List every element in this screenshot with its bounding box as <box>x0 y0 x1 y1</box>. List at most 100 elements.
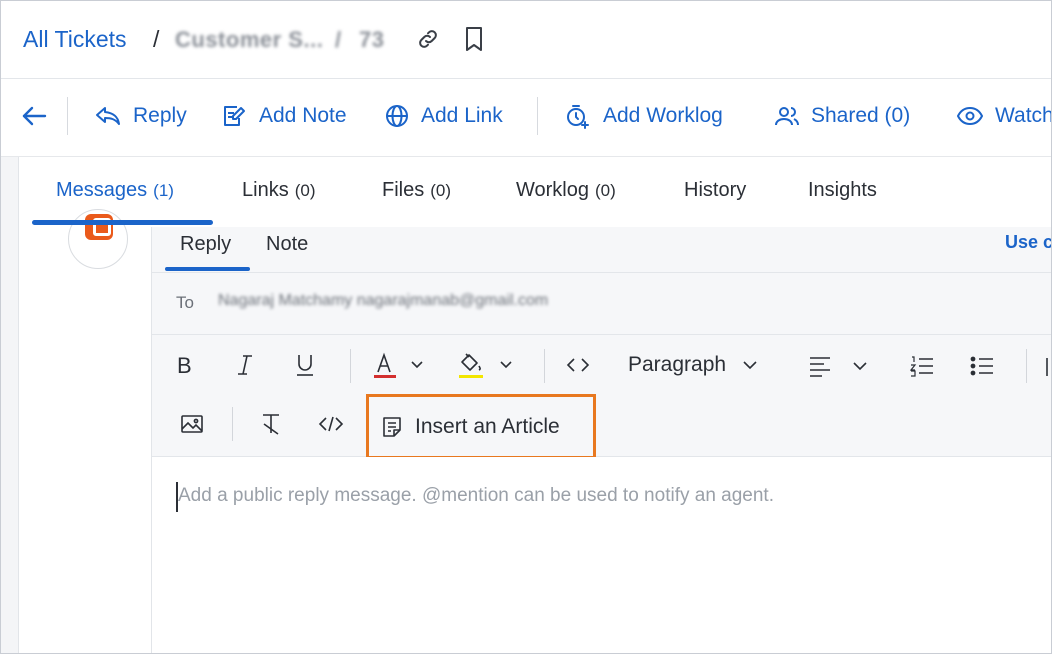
reply-composer: Reply Note Use c To Nagaraj Matchamy nag… <box>151 227 1051 653</box>
tab-label: Messages <box>56 179 148 201</box>
composer-tab-reply[interactable]: Reply <box>180 233 231 256</box>
tab-label: History <box>684 179 747 201</box>
paragraph-style-label: Paragraph <box>628 353 727 376</box>
underline-icon <box>297 355 313 376</box>
more-format-button[interactable] <box>1044 353 1051 379</box>
add-link-button[interactable]: Add Link <box>385 99 503 133</box>
tab-count: (0) <box>294 181 316 200</box>
insert-image-button[interactable] <box>178 409 206 439</box>
image-icon <box>181 415 203 433</box>
left-rail <box>1 157 19 653</box>
format-toolbar: B Paragraph Insert an Article <box>152 335 1051 459</box>
inline-code-button[interactable] <box>564 351 592 379</box>
insert-article-button[interactable]: Insert an Article <box>366 394 596 459</box>
source-code-icon <box>318 416 344 432</box>
watch-label: Watch <box>995 104 1052 127</box>
add-link-label: Add Link <box>421 104 503 127</box>
tab-count: (0) <box>430 181 452 200</box>
tab-label: Links <box>242 179 289 201</box>
numbered-list-icon <box>910 356 933 377</box>
code-icon <box>566 358 590 372</box>
active-tab-indicator <box>32 220 213 225</box>
arrow-left-icon <box>22 106 47 126</box>
tab-label: Insights <box>808 179 877 201</box>
globe-icon <box>386 105 408 127</box>
editor-placeholder: Add a public reply message. @mention can… <box>178 485 774 506</box>
action-toolbar: Reply Add Note Add Link Add Worklog Shar… <box>1 79 1052 157</box>
article-icon <box>383 416 401 437</box>
breadcrumb-ticket-separator: / <box>335 27 342 52</box>
bookmark-icon[interactable] <box>461 25 487 53</box>
add-note-button[interactable]: Add Note <box>221 99 347 133</box>
recipient-row: To Nagaraj Matchamy nagarajmanab@gmail.c… <box>152 273 1051 335</box>
tab-insights[interactable]: Insights <box>808 179 877 202</box>
chevron-down-icon <box>743 361 757 370</box>
align-left-icon <box>810 357 867 377</box>
tab-count: (0) <box>595 181 616 200</box>
composer-tabs: Reply Note Use c <box>152 227 1051 273</box>
tab-worklog[interactable]: Worklog (0) <box>516 179 616 202</box>
bullet-list-icon <box>970 356 993 376</box>
reply-icon <box>96 107 120 125</box>
bold-button[interactable]: B <box>172 351 198 379</box>
toolbar-divider <box>537 97 538 135</box>
tab-label: Worklog <box>516 179 589 201</box>
paint-bucket-icon <box>459 353 512 378</box>
reply-label: Reply <box>133 104 187 127</box>
to-label: To <box>176 293 194 312</box>
insert-article-label: Insert an Article <box>415 414 560 438</box>
add-note-label: Add Note <box>259 104 347 127</box>
breadcrumb-ticket-name[interactable]: Customer S... <box>175 27 323 53</box>
format-divider <box>232 407 233 441</box>
brand-logo-icon <box>85 214 113 240</box>
source-code-button[interactable] <box>316 409 346 439</box>
breadcrumb-ticket-id: 73 <box>359 27 385 52</box>
add-worklog-label: Add Worklog <box>603 104 723 127</box>
numbered-list-button[interactable] <box>908 349 936 383</box>
breadcrumb-all-tickets[interactable]: All Tickets <box>23 26 127 53</box>
ticket-view: All Tickets / Customer S... / 73 Reply A… <box>0 0 1052 654</box>
breadcrumb-separator: / <box>153 26 160 52</box>
italic-icon <box>238 355 252 375</box>
link-icon[interactable] <box>415 25 441 53</box>
composer-tab-indicator <box>165 267 250 271</box>
italic-button[interactable] <box>232 351 258 379</box>
add-worklog-button[interactable]: Add Worklog <box>565 99 723 133</box>
highlight-color-button[interactable] <box>456 349 516 383</box>
shared-button[interactable]: Shared (0) <box>775 99 910 133</box>
clear-format-button[interactable] <box>256 409 286 439</box>
format-divider <box>350 349 351 383</box>
format-divider <box>544 349 545 383</box>
clear-format-icon <box>263 414 279 435</box>
reply-editor[interactable]: Add a public reply message. @mention can… <box>152 457 1051 653</box>
shared-label: Shared (0) <box>811 104 911 127</box>
to-recipient[interactable]: Nagaraj Matchamy nagarajmanab@gmail.com <box>218 292 548 310</box>
tab-label: Files <box>382 179 425 201</box>
timer-add-icon <box>567 105 589 129</box>
format-divider <box>1026 349 1027 383</box>
watch-button[interactable]: Watch <box>957 99 1052 133</box>
bullet-list-button[interactable] <box>968 349 996 383</box>
note-edit-icon <box>224 106 245 126</box>
indent-icon <box>1046 358 1048 376</box>
tab-count: (1) <box>153 181 174 200</box>
font-color-button[interactable] <box>372 349 426 383</box>
align-button[interactable] <box>808 349 872 383</box>
tab-links[interactable]: Links (0) <box>242 179 315 202</box>
tab-history[interactable]: History <box>684 179 746 202</box>
reply-button[interactable]: Reply <box>95 99 187 133</box>
font-color-icon <box>374 352 423 378</box>
users-icon <box>775 107 799 126</box>
avatar <box>68 209 128 269</box>
underline-button[interactable] <box>292 351 318 379</box>
bold-icon: B <box>177 354 192 376</box>
tab-messages[interactable]: Messages (1) <box>56 179 174 202</box>
back-button[interactable] <box>21 99 47 133</box>
ticket-tabs: Messages (1) Links (0) Files (0) Worklog (0)… <box>19 157 1051 227</box>
tab-files[interactable]: Files (0) <box>382 179 451 202</box>
svg-text:B: B <box>177 354 192 376</box>
paragraph-style-select[interactable]: Paragraph <box>628 353 758 377</box>
toolbar-divider <box>67 97 68 135</box>
use-canned-link[interactable]: Use c <box>1005 232 1051 253</box>
composer-tab-note[interactable]: Note <box>266 233 308 256</box>
